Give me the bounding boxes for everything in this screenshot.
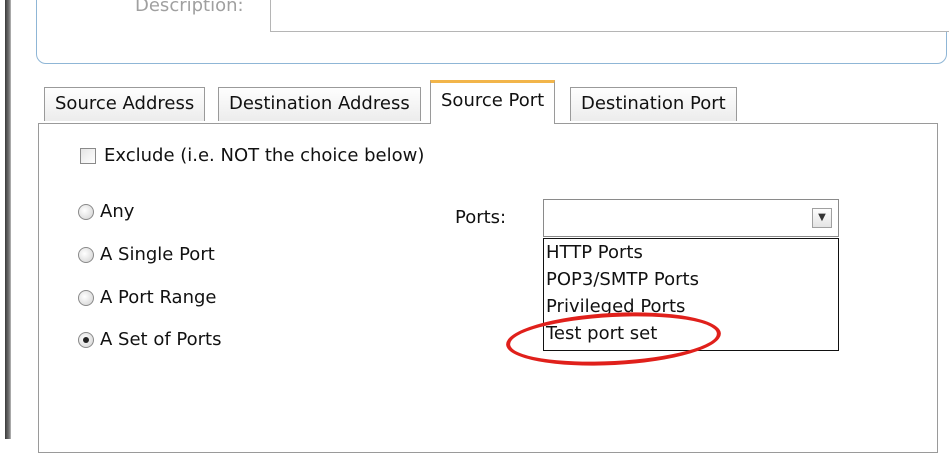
- single-port-label: A Single Port: [100, 244, 215, 265]
- ports-select[interactable]: ▼: [543, 199, 839, 237]
- port-range-label: A Port Range: [100, 287, 217, 308]
- port-range-radio[interactable]: [78, 289, 94, 306]
- single-port-radio[interactable]: [78, 246, 94, 263]
- tab-source-address[interactable]: Source Address: [44, 87, 206, 121]
- description-label: Description:: [135, 0, 244, 16]
- radio-option-any[interactable]: Any: [78, 201, 134, 222]
- radio-option-single-port[interactable]: A Single Port: [78, 244, 215, 265]
- set-of-ports-label: A Set of Ports: [100, 329, 222, 350]
- description-group: Description:: [36, 0, 949, 64]
- exclude-option[interactable]: Exclude (i.e. NOT the choice below): [80, 145, 424, 166]
- any-label: Any: [100, 201, 135, 222]
- description-input[interactable]: [270, 0, 949, 32]
- set-of-ports-radio[interactable]: [78, 331, 94, 348]
- radio-option-port-range[interactable]: A Port Range: [78, 287, 217, 308]
- tab-destination-port[interactable]: Destination Port: [570, 87, 737, 121]
- dropdown-option-pop3-smtp-ports[interactable]: POP3/SMTP Ports: [544, 266, 838, 293]
- chevron-down-icon[interactable]: ▼: [812, 208, 832, 228]
- radio-option-set-of-ports[interactable]: A Set of Ports: [78, 329, 221, 350]
- tab-source-port[interactable]: Source Port: [430, 80, 556, 124]
- dropdown-option-http-ports[interactable]: HTTP Ports: [544, 239, 838, 266]
- exclude-checkbox[interactable]: [80, 147, 96, 164]
- tab-destination-address[interactable]: Destination Address: [218, 87, 421, 121]
- exclude-label: Exclude (i.e. NOT the choice below): [104, 145, 425, 166]
- window-edge: [0, 0, 14, 439]
- ports-label: Ports:: [455, 207, 507, 228]
- any-radio[interactable]: [78, 203, 94, 220]
